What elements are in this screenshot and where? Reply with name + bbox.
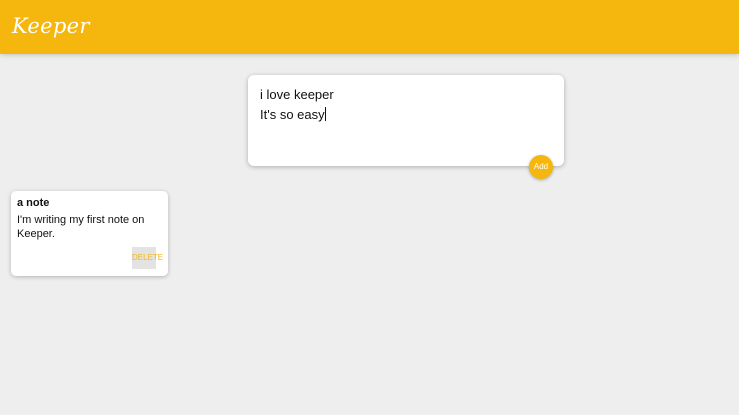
note-title-input[interactable] <box>260 87 550 103</box>
note-content-textarea[interactable]: It's so easy <box>260 107 550 151</box>
create-note-form: It's so easy <box>248 75 564 166</box>
app-logo: Keeper <box>12 14 90 38</box>
note-content: I'm writing my first note on Keeper. <box>17 214 145 240</box>
note-title: a note <box>17 197 50 209</box>
text-cursor <box>324 107 326 121</box>
note-card: a note I'm writing my first note on Keep… <box>11 191 168 276</box>
note-content-text: It's so easy <box>260 107 325 122</box>
delete-button[interactable]: DELETE <box>132 247 163 269</box>
app-header: Keeper <box>0 0 739 54</box>
add-button[interactable]: Add <box>529 155 553 179</box>
